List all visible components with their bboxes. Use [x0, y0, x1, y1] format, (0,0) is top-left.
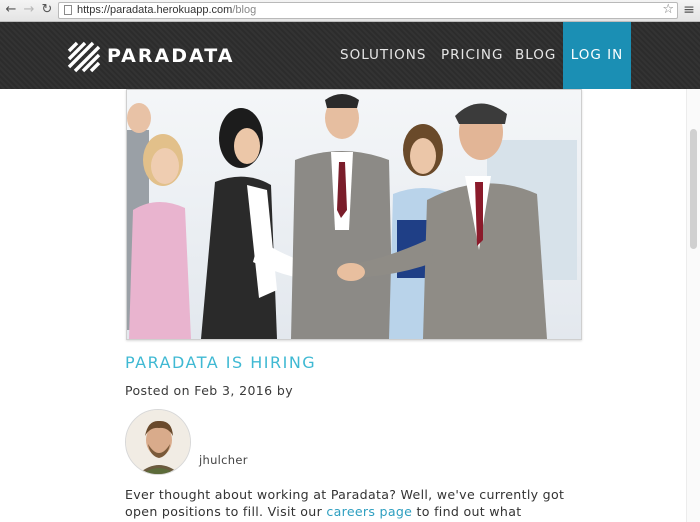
- page-icon: [64, 5, 72, 15]
- forward-icon[interactable]: →: [21, 2, 37, 18]
- url-text: https://paradata.herokuapp.com/blog: [77, 3, 256, 18]
- url-host: https://paradata.herokuapp.com: [77, 4, 233, 16]
- post-meta: Posted on Feb 3, 2016 by: [125, 383, 294, 398]
- bookmark-star-icon[interactable]: ☆: [662, 2, 674, 18]
- back-icon[interactable]: ←: [3, 2, 19, 18]
- browser-toolbar: ← → ↻ https://paradata.herokuapp.com/blo…: [0, 0, 700, 22]
- reload-icon[interactable]: ↻: [39, 2, 55, 18]
- careers-page-link[interactable]: careers page: [326, 504, 412, 519]
- url-path: /blog: [232, 4, 257, 16]
- author-name[interactable]: jhulcher: [199, 453, 248, 467]
- author-avatar[interactable]: [125, 409, 191, 475]
- post-body-text-2: to find out what: [412, 504, 522, 519]
- author-photo: [126, 410, 190, 474]
- scrollbar-thumb[interactable]: [690, 129, 697, 249]
- nav-solutions[interactable]: SOLUTIONS: [340, 22, 426, 89]
- login-button[interactable]: LOG IN: [563, 22, 631, 89]
- business-handshake-photo: [127, 90, 581, 339]
- nav-blog[interactable]: BLOG: [515, 22, 556, 89]
- post-title[interactable]: PARADATA IS HIRING: [125, 353, 316, 372]
- post-hero-image: [126, 89, 582, 340]
- hamburger-menu-icon[interactable]: ≡: [683, 3, 695, 17]
- nav-pricing[interactable]: PRICING: [441, 22, 503, 89]
- address-bar[interactable]: https://paradata.herokuapp.com/blog ☆: [58, 2, 678, 19]
- post-body: Ever thought about working at Paradata? …: [125, 486, 595, 520]
- page-scrollbar[interactable]: [686, 89, 700, 522]
- site-header: PARADATA SOLUTIONS PRICING BLOG LOG IN: [0, 22, 700, 89]
- paradata-logo[interactable]: PARADATA: [67, 41, 232, 73]
- logo-stripes-icon: [67, 41, 101, 73]
- logo-text: PARADATA: [107, 45, 235, 67]
